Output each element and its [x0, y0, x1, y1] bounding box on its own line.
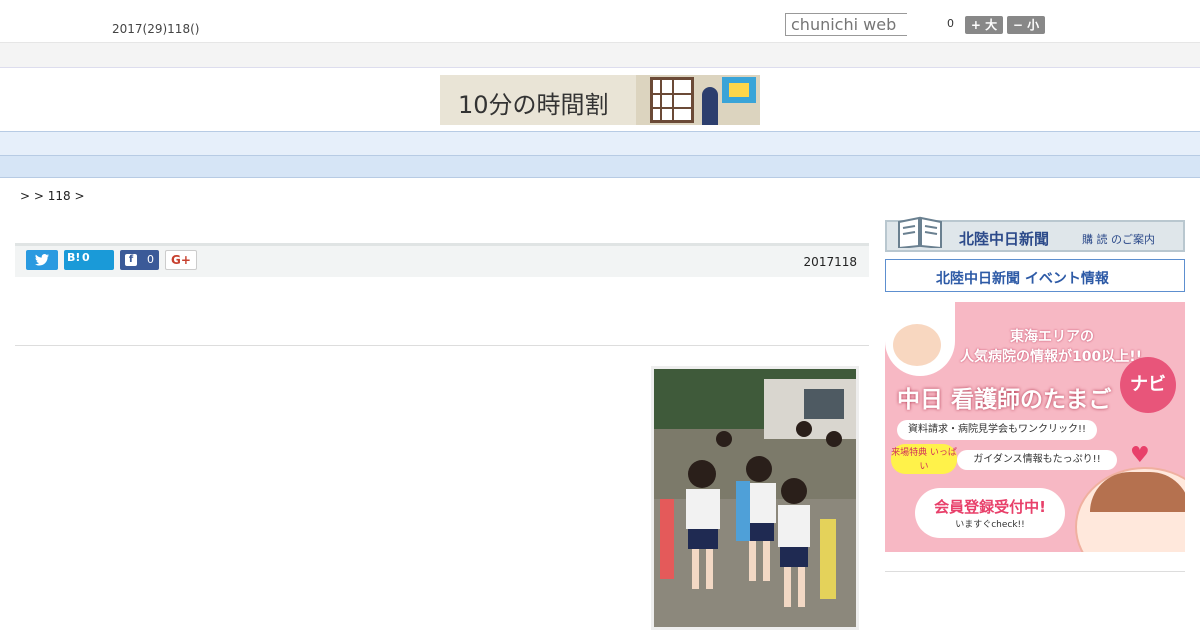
- article-photo-image: [654, 369, 856, 627]
- hatena-count: 0: [82, 251, 90, 264]
- search-input[interactable]: [785, 13, 907, 36]
- top-bar: 2017(29)118() 0 + 大 − 小: [0, 0, 1200, 43]
- nav-item[interactable]: [178, 136, 204, 155]
- facebook-share-button[interactable]: f 0: [120, 250, 159, 270]
- hatena-bookmark-button[interactable]: B! 0: [64, 250, 114, 270]
- font-large-button[interactable]: + 大: [965, 16, 1003, 34]
- nav-item[interactable]: [818, 136, 844, 155]
- facebook-icon: f: [125, 254, 137, 266]
- mascot-face: [893, 324, 941, 366]
- nav-item[interactable]: [498, 136, 524, 155]
- article-divider: [15, 345, 869, 346]
- nav-item[interactable]: [258, 136, 284, 155]
- logo-banner[interactable]: 10分の時間割: [440, 75, 760, 125]
- subscription-ad-banner[interactable]: 北陸中日新聞 購 読 のご案内: [885, 216, 1185, 252]
- nurse-ad-bonus-badge: 来場特典 いっぱい: [891, 444, 957, 474]
- sidebar-divider: [885, 571, 1185, 572]
- sub-nav: [0, 156, 1200, 178]
- google-plus-button[interactable]: G+: [165, 250, 197, 270]
- font-size-count: 0: [947, 17, 954, 30]
- header-strip: [0, 43, 1200, 68]
- nav-item[interactable]: [418, 136, 444, 155]
- nav-item[interactable]: [578, 136, 604, 155]
- twitter-share-button[interactable]: [26, 250, 58, 270]
- screen-graphic: [722, 77, 756, 103]
- event-info-title: 北陸中日新聞 イベント情報: [936, 271, 1109, 287]
- newspaper-book-icon: [898, 216, 942, 248]
- breadcrumb[interactable]: > > 118 >: [20, 189, 85, 203]
- current-date: 2017(29)118(): [112, 22, 200, 36]
- nurse-ad-headline: 中日 看護師のたまご: [897, 387, 1112, 413]
- main-nav: [0, 131, 1200, 156]
- nav-item[interactable]: [738, 136, 764, 155]
- nav-item[interactable]: [658, 136, 684, 155]
- nurse-ad-nabi-badge: ナビ: [1120, 357, 1176, 413]
- article-date: 2017118: [803, 255, 857, 269]
- nurse-ad-cta-sub: いますぐcheck!!: [955, 520, 1025, 530]
- door-frame-line: [652, 93, 694, 95]
- twitter-icon: [35, 254, 49, 266]
- nurse-ad-pill1: 資料請求・病院見学会もワンクリック!!: [897, 420, 1097, 440]
- door-frame-line: [660, 79, 662, 123]
- person-graphic: [702, 87, 718, 125]
- nurse-ad-pill2: ガイダンス情報もたっぷり!!: [957, 450, 1117, 470]
- nav-item[interactable]: [338, 136, 364, 155]
- article-photo[interactable]: [651, 366, 859, 630]
- hatena-icon: B!: [67, 251, 81, 264]
- event-info-banner[interactable]: 北陸中日新聞 イベント情報: [885, 259, 1185, 292]
- nurse-ad-line1: 東海エリアの: [1010, 329, 1094, 345]
- subscription-ad-subtitle: 購 読 のご案内: [1082, 233, 1155, 246]
- subscription-ad-title: 北陸中日新聞: [959, 230, 1050, 248]
- nurse-ad-banner[interactable]: 東海エリアの 人気病院の情報が100以上!! 中日 看護師のたまご ナビ 資料請…: [885, 302, 1185, 552]
- logo-banner-text: 10分の時間割: [458, 91, 609, 119]
- logo-banner-image: [636, 75, 760, 125]
- font-small-button[interactable]: − 小: [1007, 16, 1045, 34]
- share-bar: B! 0 f 0 G+ 2017118: [15, 243, 869, 277]
- door-frame-line: [652, 107, 694, 109]
- door-frame-line: [672, 79, 674, 123]
- heart-icon: ♥: [1130, 443, 1150, 468]
- nurse-ad-cta: 会員登録受付中!: [934, 498, 1046, 516]
- nurse-ad-line2: 人気病院の情報が100以上!!: [960, 349, 1142, 365]
- facebook-count: 0: [147, 253, 154, 266]
- nurse-ad-cta-cloud: 会員登録受付中! いますぐcheck!!: [915, 488, 1065, 538]
